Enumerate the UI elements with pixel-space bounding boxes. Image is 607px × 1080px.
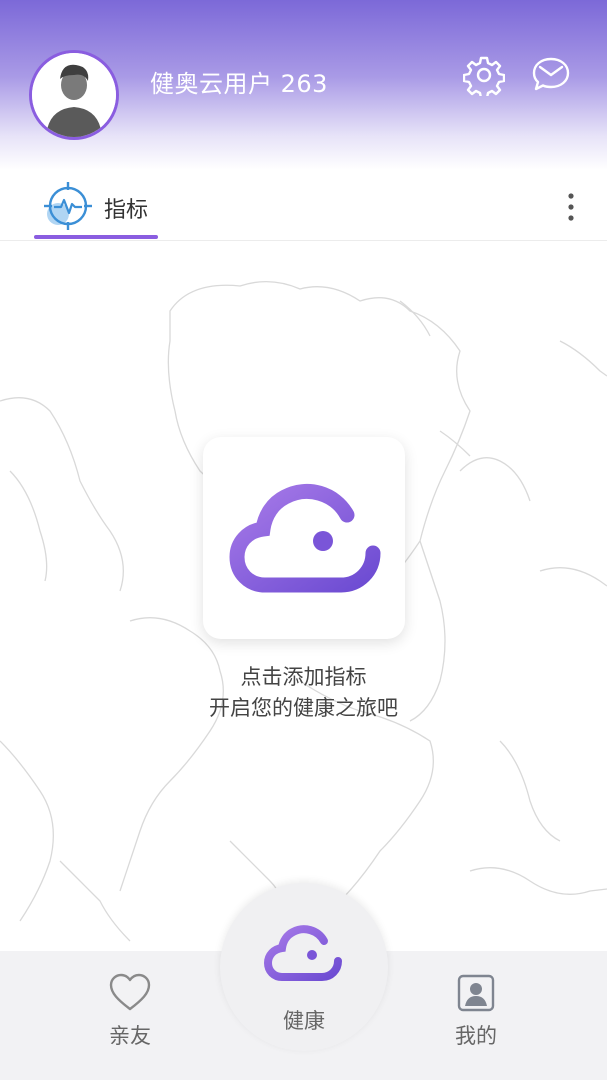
empty-hint-line2: 开启您的健康之旅吧 <box>209 696 398 720</box>
heart-pulse-target-icon <box>44 182 92 230</box>
more-options-button[interactable] <box>560 190 582 224</box>
nav-item-health[interactable]: 健康 <box>220 883 388 1051</box>
username: 健奥云用户 263 <box>150 70 328 98</box>
message-icon <box>532 57 570 91</box>
nav-item-friends[interactable]: 亲友 <box>90 968 170 1058</box>
tab-indicators[interactable] <box>44 182 92 230</box>
tab-label-indicators[interactable]: 指标 <box>104 192 148 224</box>
messages-button[interactable] <box>530 54 572 96</box>
settings-button[interactable] <box>462 54 506 100</box>
nav-label-health: 健康 <box>283 1009 325 1033</box>
active-tab-underline <box>34 235 158 239</box>
cloud-logo-icon <box>229 483 381 593</box>
gear-icon <box>462 56 506 100</box>
nav-label-mine: 我的 <box>455 1024 497 1048</box>
heart-icon <box>109 973 151 1011</box>
avatar-person-icon <box>32 53 116 137</box>
more-vertical-icon <box>568 193 574 221</box>
empty-hint-line1: 点击添加指标 <box>240 665 367 689</box>
add-indicator-card[interactable] <box>203 437 405 639</box>
user-avatar[interactable] <box>29 50 119 140</box>
cloud-icon <box>263 925 342 981</box>
nav-label-friends: 亲友 <box>109 1024 151 1048</box>
nav-item-mine[interactable]: 我的 <box>436 968 516 1058</box>
person-card-icon <box>457 974 495 1012</box>
